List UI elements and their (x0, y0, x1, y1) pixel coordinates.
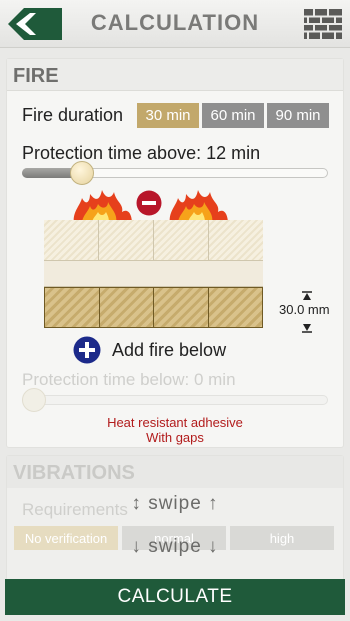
protection-above-label: Protection time above: 12 min (22, 143, 261, 163)
duration-option-90[interactable]: 90 min (267, 103, 329, 128)
top-layer (44, 220, 263, 261)
fire-heading: FIRE (13, 65, 59, 87)
protection-below-slider-track[interactable] (22, 395, 328, 405)
vibrations-heading: VIBRATIONS (13, 462, 135, 484)
top-tile (209, 220, 263, 261)
adhesive-type-line2: With gaps (146, 430, 204, 445)
insulation-tile (208, 288, 262, 327)
top-tile (99, 220, 154, 261)
top-tile (154, 220, 209, 261)
insulation-thickness-value: 30.0 mm (279, 302, 330, 317)
fire-duration-label: Fire duration (22, 105, 124, 125)
fire-section-header: FIRE (7, 59, 343, 91)
insulation-tile (45, 288, 100, 327)
protection-below-slider-thumb[interactable] (22, 388, 46, 412)
insulation-tile (154, 288, 209, 327)
duration-option-30[interactable]: 30 min (137, 103, 199, 128)
middle-plate-layer (44, 261, 263, 287)
add-fire-below-icon[interactable] (73, 336, 101, 369)
swipe-up-hint[interactable]: ↕ swipe ↑ (0, 493, 350, 515)
dimension-bottom-arrow-icon (300, 320, 314, 338)
protection-below-label: Protection time below: 0 min (22, 370, 236, 389)
duration-option-60[interactable]: 60 min (202, 103, 264, 128)
brick-wall-icon[interactable] (304, 9, 342, 39)
calculate-button[interactable]: CALCULATE (5, 579, 345, 615)
remove-fire-icon[interactable] (136, 190, 162, 221)
insulation-layer[interactable] (44, 287, 263, 328)
top-bar: CALCULATION (0, 0, 350, 48)
insulation-tile (99, 288, 154, 327)
vibrations-section-header: VIBRATIONS (7, 456, 343, 488)
add-fire-below-label[interactable]: Add fire below (112, 340, 226, 361)
vibrations-panel: VIBRATIONS (6, 455, 344, 585)
page-title: CALCULATION (90, 10, 260, 35)
adhesive-type-line1: Heat resistant adhesive (107, 415, 243, 430)
wall-buildup-diagram (44, 220, 263, 328)
protection-above-slider-thumb[interactable] (69, 161, 94, 185)
swipe-down-hint[interactable]: ↓ swipe ↓ (0, 536, 350, 558)
top-tile (44, 220, 99, 261)
